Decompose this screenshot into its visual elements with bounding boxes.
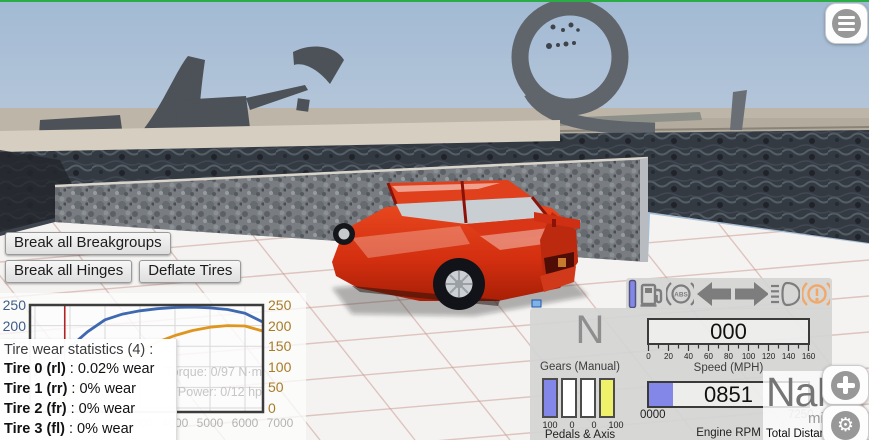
- axis-tick-label: 5000: [196, 416, 224, 430]
- game-viewport: Break all Breakgroups Break all Hinges D…: [0, 0, 869, 440]
- gear-label: Gears (Manual): [540, 361, 620, 373]
- speed-scale-labels: 0 20 40 60 80 100 120 140 160: [646, 352, 816, 361]
- axis-tick-label: 150: [268, 338, 292, 355]
- pedal-bar: [580, 378, 596, 418]
- deflate-tires-button[interactable]: Deflate Tires: [139, 260, 242, 283]
- axis-tick-label: 0: [268, 400, 276, 416]
- tire-wear-row: Tire 1 (rr) : 0% wear: [4, 381, 136, 397]
- axis-tick-label: 200: [268, 317, 292, 334]
- abs-icon: ABS: [666, 281, 695, 306]
- tire-wear-row: Tire 2 (fr) : 0% wear: [4, 401, 136, 417]
- rpm-min-label: 0000: [640, 409, 666, 421]
- tire-wear-tooltip: Tire wear statistics (4) : Tire 0 (rl) :…: [0, 339, 177, 440]
- pedals-label: Pedals & Axis: [544, 429, 616, 440]
- hamburger-icon: [832, 9, 861, 38]
- axis-tick-label: 50: [268, 379, 284, 396]
- loading-stripe: [0, 0, 869, 2]
- tire-wear-row: Tire 3 (fl) : 0% wear: [4, 421, 134, 437]
- axis-tick-label: 7000: [266, 416, 294, 430]
- tooltip-title: Tire wear statistics (4) :: [4, 342, 154, 358]
- speed-readout: 000: [647, 318, 810, 345]
- brake-warning-icon: [801, 281, 830, 306]
- rpm-fill-bar: [649, 383, 673, 406]
- svg-text:ABS: ABS: [674, 291, 688, 298]
- dashboard-panel: N Gears (Manual) 100 0 0 100 Pedals & Axis …: [530, 308, 846, 440]
- pedal-bar: [599, 378, 615, 418]
- headlight-icon: [771, 281, 800, 306]
- zoom-add-button[interactable]: [822, 365, 869, 405]
- break-breakgroups-button[interactable]: Break all Breakgroups: [5, 232, 171, 255]
- pedals-bars: [542, 378, 615, 418]
- break-hinges-button[interactable]: Break all Hinges: [5, 260, 133, 283]
- menu-button[interactable]: [825, 3, 868, 44]
- arrow-right-icon: [735, 281, 769, 306]
- fuel-level-bar: [628, 279, 637, 308]
- fuel-pump-icon: [640, 283, 662, 307]
- axis-tick-label: 6000: [231, 416, 259, 430]
- plus-icon: [831, 370, 860, 400]
- speed-scale-ticks: [647, 345, 810, 351]
- axis-tick-label: 250: [268, 297, 292, 313]
- axis-tick-label: 200: [2, 317, 26, 334]
- settings-button[interactable]: ⚙: [822, 405, 869, 440]
- tow-hitch-marker: [531, 299, 542, 308]
- pedal-bar: [542, 378, 558, 418]
- arrow-left-icon: [697, 281, 732, 306]
- tire-wear-row: Tire 0 (rl) : 0.02% wear: [4, 361, 155, 377]
- axis-tick-label: 250: [2, 297, 26, 313]
- vehicle-indicator-strip: ABS: [626, 278, 832, 309]
- axis-tick-label: 100: [268, 358, 292, 375]
- pedal-bar: [561, 378, 577, 418]
- gear-icon: ⚙: [831, 410, 860, 440]
- gear-indicator: N: [575, 308, 605, 352]
